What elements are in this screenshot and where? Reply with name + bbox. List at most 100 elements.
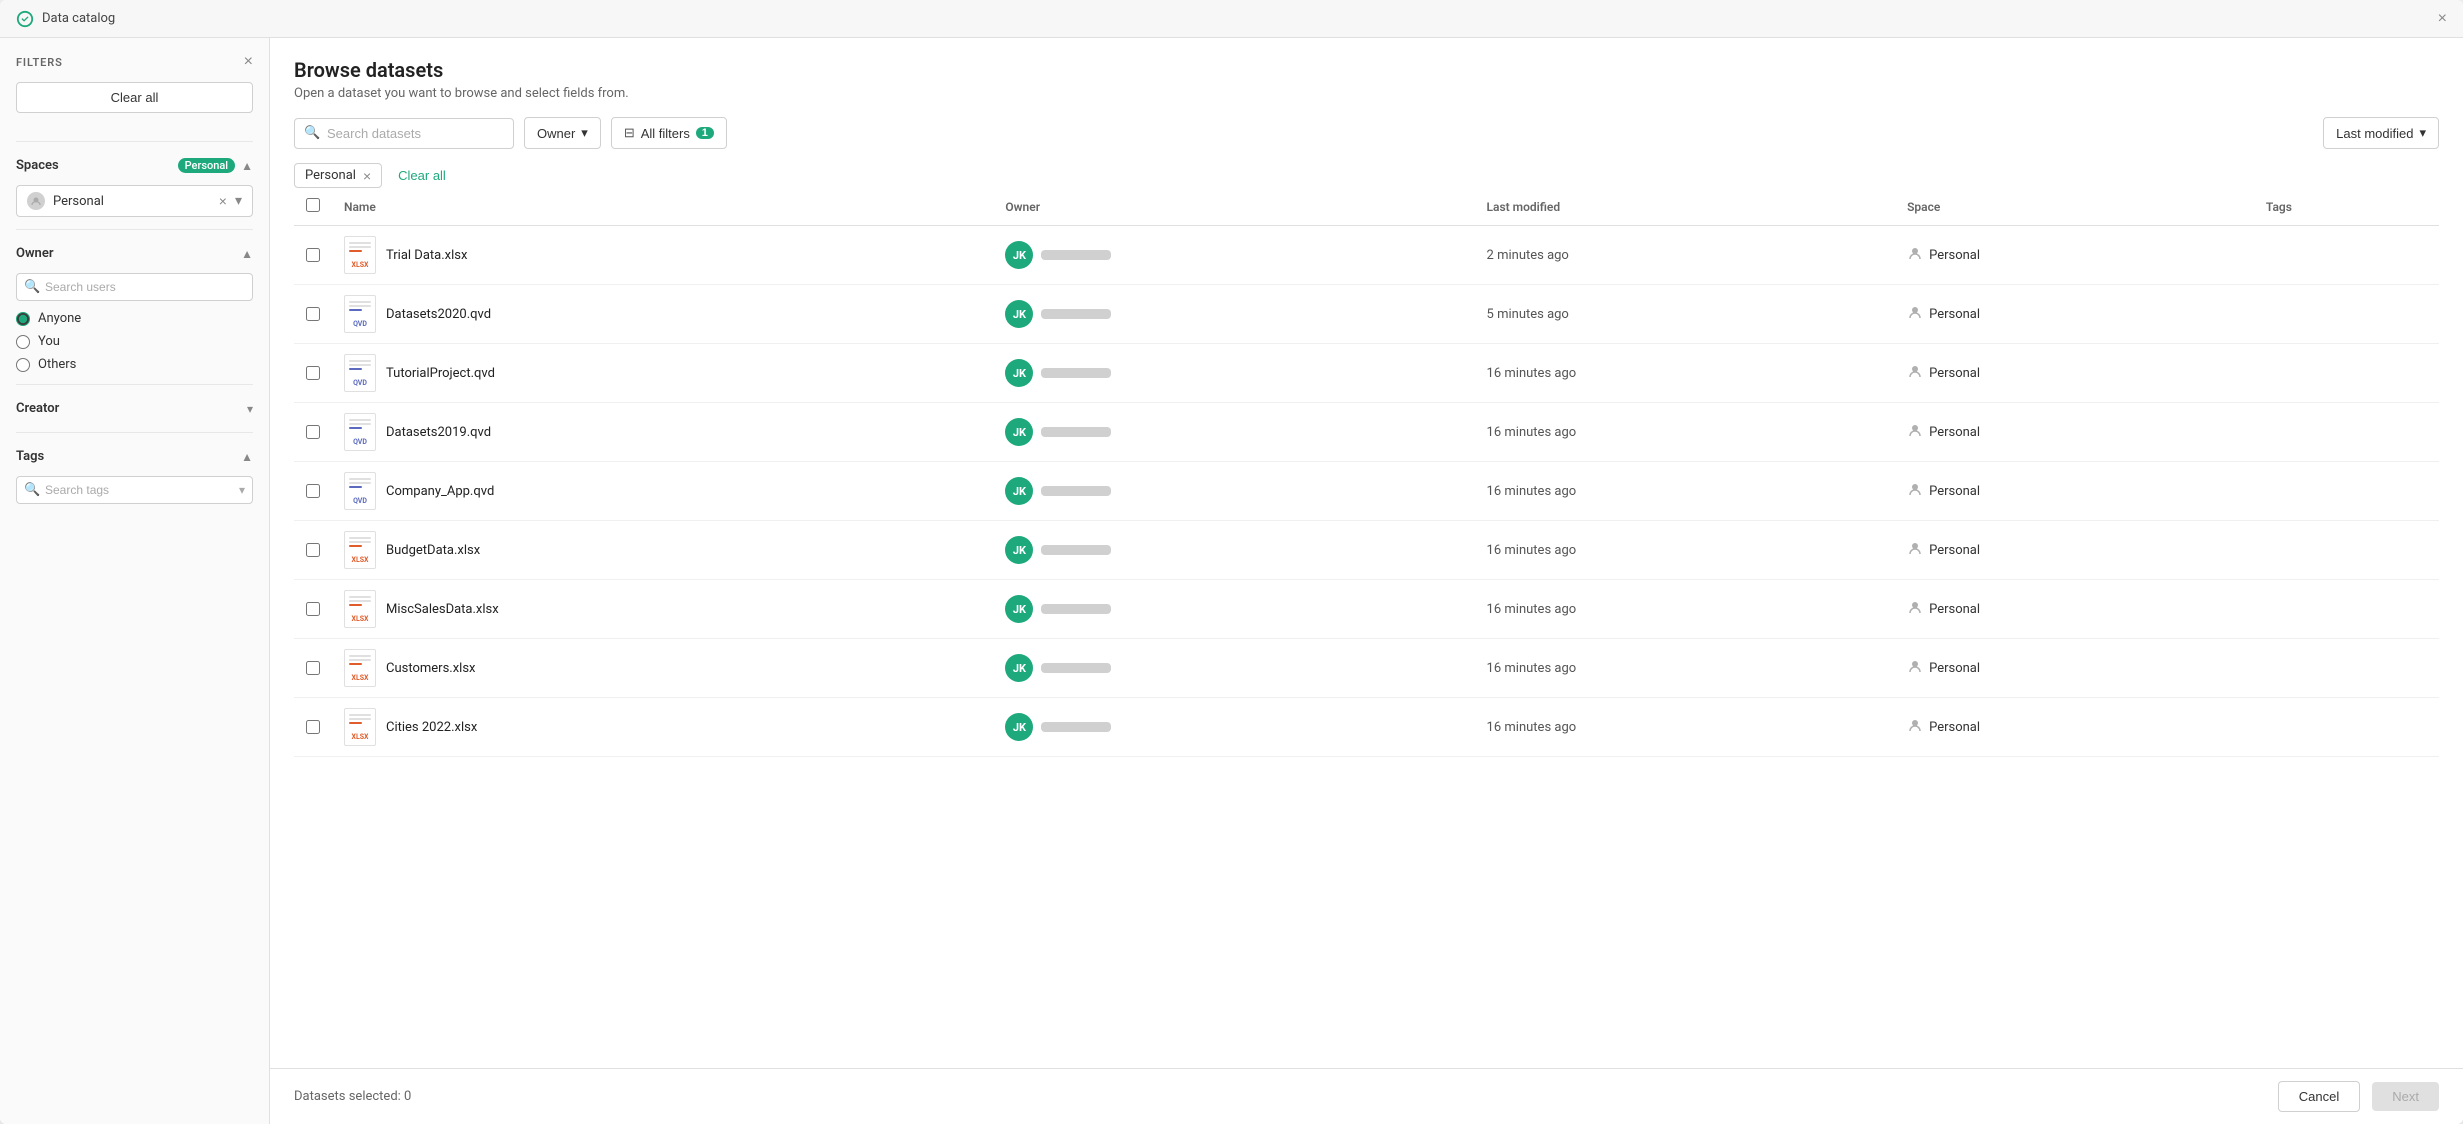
row-tags-cell — [2254, 521, 2439, 580]
sidebar-filters-section: FILTERS × Clear all Spaces Personal ▲ — [0, 54, 269, 504]
browse-header: Browse datasets Open a dataset you want … — [270, 38, 2463, 188]
all-filters-button[interactable]: ⊟ All filters 1 — [611, 117, 727, 149]
file-name-label: Cities 2022.xlsx — [386, 720, 477, 735]
space-name-label: Personal — [1929, 720, 1980, 735]
file-ext-label: XLSX — [350, 556, 371, 565]
tags-chevron-icon: ▲ — [241, 450, 253, 464]
owner-you-radio[interactable] — [16, 335, 30, 349]
file-cell: QVD Datasets2019.qvd — [344, 413, 981, 451]
active-filter-personal: Personal × — [294, 163, 382, 188]
sidebar: FILTERS × Clear all Spaces Personal ▲ — [0, 38, 270, 1124]
last-modified-chevron-icon: ▾ — [2419, 125, 2426, 141]
space-cell: Personal — [1907, 599, 2242, 619]
table-row: XLSX Cities 2022.xlsx JK 16 minutes ago — [294, 698, 2439, 757]
spaces-section-header[interactable]: Spaces Personal ▲ — [16, 154, 253, 177]
file-name-label: Datasets2019.qvd — [386, 425, 491, 440]
file-lines — [349, 419, 371, 429]
next-button[interactable]: Next — [2372, 1082, 2439, 1111]
row-checkbox[interactable] — [306, 484, 320, 498]
last-modified-button[interactable]: Last modified ▾ — [2323, 117, 2439, 149]
file-lines — [349, 360, 371, 370]
browse-title: Browse datasets — [294, 58, 2439, 82]
row-checkbox[interactable] — [306, 720, 320, 734]
search-datasets-input[interactable] — [294, 118, 514, 149]
file-lines — [349, 714, 371, 724]
filters-close-button[interactable]: × — [244, 54, 253, 70]
tags-dropdown-button[interactable]: ▾ — [239, 483, 245, 497]
row-checkbox-cell — [294, 344, 332, 403]
owner-filter-label: Owner — [537, 126, 575, 141]
owner-anyone-radio[interactable] — [16, 312, 30, 326]
space-cell-icon — [1907, 717, 1923, 737]
row-tags-cell — [2254, 285, 2439, 344]
row-name-cell: XLSX Trial Data.xlsx — [332, 226, 993, 285]
space-name-label: Personal — [1929, 248, 1980, 263]
remove-personal-filter-button[interactable]: × — [363, 169, 371, 183]
owner-others-option[interactable]: Others — [16, 357, 253, 372]
owner-avatar: JK — [1005, 359, 1033, 387]
space-clear-button[interactable]: × — [219, 194, 227, 208]
owner-section-header[interactable]: Owner ▲ — [16, 242, 253, 265]
file-lines — [349, 301, 371, 311]
file-name-label: TutorialProject.qvd — [386, 366, 495, 381]
file-lines — [349, 242, 371, 252]
file-cell: QVD Company_App.qvd — [344, 472, 981, 510]
owner-filter-button[interactable]: Owner ▾ — [524, 117, 601, 149]
col-owner: Owner — [993, 188, 1474, 226]
owner-avatar: JK — [1005, 477, 1033, 505]
file-icon: XLSX — [344, 708, 376, 746]
file-icon: QVD — [344, 354, 376, 392]
row-checkbox[interactable] — [306, 366, 320, 380]
creator-section-header[interactable]: Creator ▾ — [16, 397, 253, 420]
space-selector[interactable]: Personal × ▾ — [16, 185, 253, 217]
owner-you-option[interactable]: You — [16, 334, 253, 349]
col-checkbox — [294, 188, 332, 226]
row-space-cell: Personal — [1895, 462, 2254, 521]
clear-filters-button[interactable]: Clear all — [390, 164, 454, 187]
title-bar-close-button[interactable]: × — [2438, 11, 2447, 27]
tags-section-header[interactable]: Tags ▲ — [16, 445, 253, 468]
row-checkbox[interactable] — [306, 543, 320, 557]
file-icon: XLSX — [344, 531, 376, 569]
file-name-label: Company_App.qvd — [386, 484, 494, 499]
space-cell-icon — [1907, 481, 1923, 501]
row-checkbox[interactable] — [306, 661, 320, 675]
row-checkbox-cell — [294, 226, 332, 285]
owner-anyone-option[interactable]: Anyone — [16, 311, 253, 326]
main-layout: FILTERS × Clear all Spaces Personal ▲ — [0, 38, 2463, 1124]
search-tags-input[interactable] — [16, 476, 253, 504]
owner-others-radio[interactable] — [16, 358, 30, 372]
owner-avatar: JK — [1005, 595, 1033, 623]
search-users-input[interactable] — [16, 273, 253, 301]
datasets-table-wrap: Name Owner Last modified Space Tags — [270, 188, 2463, 1068]
row-owner-cell: JK — [993, 698, 1474, 757]
clear-all-button[interactable]: Clear all — [16, 82, 253, 113]
toolbar: 🔍 Owner ▾ ⊟ All filters 1 Last modified — [294, 117, 2439, 149]
spaces-header-right: Personal ▲ — [178, 158, 253, 173]
row-last-modified-cell: 16 minutes ago — [1475, 580, 1896, 639]
datasets-selected-count: Datasets selected: 0 — [294, 1089, 411, 1104]
row-checkbox[interactable] — [306, 248, 320, 262]
select-all-checkbox[interactable] — [306, 198, 320, 212]
cancel-button[interactable]: Cancel — [2278, 1081, 2360, 1112]
app-window: Data catalog × FILTERS × Clear all Space… — [0, 0, 2463, 1124]
owner-chevron-icon: ▲ — [241, 247, 253, 261]
row-name-cell: XLSX Cities 2022.xlsx — [332, 698, 993, 757]
file-name-label: Customers.xlsx — [386, 661, 475, 676]
row-space-cell: Personal — [1895, 285, 2254, 344]
row-checkbox[interactable] — [306, 602, 320, 616]
owner-filter-chevron-icon: ▾ — [581, 125, 588, 141]
space-cell-icon — [1907, 245, 1923, 265]
row-tags-cell — [2254, 344, 2439, 403]
space-name-label: Personal — [1929, 543, 1980, 558]
owner-label: Owner — [16, 246, 54, 261]
filters-label: FILTERS — [16, 56, 63, 69]
row-checkbox[interactable] — [306, 425, 320, 439]
row-checkbox[interactable] — [306, 307, 320, 321]
title-bar: Data catalog × — [0, 0, 2463, 38]
row-checkbox-cell — [294, 285, 332, 344]
space-cell: Personal — [1907, 245, 2242, 265]
divider-spaces — [16, 141, 253, 142]
file-ext-label: QVD — [351, 320, 369, 329]
owner-avatar: JK — [1005, 241, 1033, 269]
